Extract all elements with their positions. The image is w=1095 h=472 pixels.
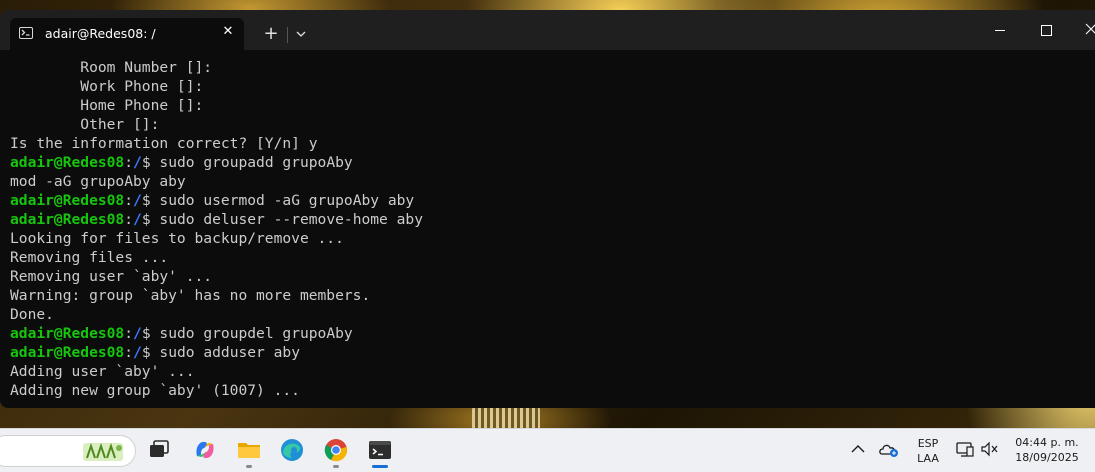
copilot-icon xyxy=(196,441,214,459)
close-icon xyxy=(1085,23,1095,35)
output-line: Work Phone []: xyxy=(10,78,204,95)
keyboard-layout-label: LAA xyxy=(917,452,939,465)
tab-terminal[interactable]: adair@Redes08: / ✕ xyxy=(10,18,244,50)
chevron-down-icon xyxy=(296,31,306,37)
command-line: adair@Redes08:/$ sudo deluser --remove-h… xyxy=(10,210,423,229)
prompt-symbol: $ xyxy=(141,344,160,361)
copilot-button[interactable] xyxy=(191,436,219,464)
volume-button[interactable] xyxy=(979,438,1001,460)
prompt-user: adair@Redes08 xyxy=(10,344,125,361)
terminal-window[interactable]: adair@Redes08: / ✕ + Room Number []: Wor… xyxy=(0,10,1095,408)
tab-title: adair@Redes08: / xyxy=(45,26,156,41)
clock-date: 18/09/2025 xyxy=(1015,451,1079,464)
output-line: Adding new group `aby' (1007) ... xyxy=(10,382,300,399)
cloud-icon xyxy=(879,444,898,457)
command-text: sudo groupdel grupoAby xyxy=(159,325,353,342)
prompt-path: / xyxy=(133,211,142,228)
command-text: sudo deluser --remove-home aby xyxy=(159,211,423,228)
output-line: Room Number []: xyxy=(10,59,213,76)
tab-separator xyxy=(287,27,288,43)
clock-time: 04:44 p. m. xyxy=(1015,436,1079,449)
prompt-separator: : xyxy=(124,325,134,342)
folder-icon xyxy=(238,443,260,458)
network-button[interactable] xyxy=(954,438,976,460)
command-line: adair@Redes08:/$ sudo groupadd grupoAby xyxy=(10,153,423,172)
prompt-user: adair@Redes08 xyxy=(10,192,125,209)
onedrive-button[interactable] xyxy=(877,437,901,461)
command-line: adair@Redes08:/$ sudo groupdel grupoAby xyxy=(10,324,423,343)
prompt-path: / xyxy=(133,344,142,361)
show-hidden-icons-button[interactable] xyxy=(846,437,870,461)
taskbar: ESP LAA 04:44 p. m. 18/09/2025 xyxy=(0,428,1095,472)
output-line: Adding user `aby' ... xyxy=(10,363,195,380)
prompt-symbol: $ xyxy=(141,211,160,228)
terminal-app-icon xyxy=(369,441,391,459)
wallpaper-emblem xyxy=(472,406,540,428)
prompt-path: / xyxy=(133,325,142,342)
title-bar[interactable]: adair@Redes08: / ✕ + xyxy=(0,10,1095,50)
search-box[interactable] xyxy=(0,435,136,467)
language-indicator[interactable]: ESP LAA xyxy=(910,436,946,466)
minimize-icon xyxy=(995,30,1005,31)
command-line: adair@Redes08:/$ sudo adduser aby xyxy=(10,343,423,362)
edge-button[interactable] xyxy=(278,436,306,464)
volume-muted-icon xyxy=(981,441,998,457)
file-explorer-button[interactable] xyxy=(235,436,263,464)
close-button[interactable] xyxy=(1078,20,1095,40)
terminal-output[interactable]: Room Number []: Work Phone []: Home Phon… xyxy=(10,58,423,400)
prompt-symbol: $ xyxy=(141,325,160,342)
new-tab-button[interactable]: + xyxy=(262,25,280,44)
prompt-separator: : xyxy=(124,192,134,209)
maximize-button[interactable] xyxy=(1032,20,1062,40)
network-icon xyxy=(956,442,974,457)
output-line: Other []: xyxy=(10,116,160,133)
command-text: sudo groupadd grupoAby xyxy=(159,154,353,171)
prompt-symbol: $ xyxy=(141,192,160,209)
chrome-button[interactable] xyxy=(322,436,350,464)
output-line: mod -aG grupoAby aby xyxy=(10,173,186,190)
file-explorer-indicator xyxy=(246,465,252,468)
task-view-icon xyxy=(150,440,169,457)
output-line: Looking for files to backup/remove ... xyxy=(10,230,344,247)
chrome-icon xyxy=(324,439,347,462)
clock[interactable]: 04:44 p. m. 18/09/2025 xyxy=(1008,435,1086,465)
terminal-indicator xyxy=(372,465,388,468)
edge-icon xyxy=(281,439,303,461)
prompt-symbol: $ xyxy=(141,154,160,171)
prompt-separator: : xyxy=(124,211,134,228)
output-line: Done. xyxy=(10,306,54,323)
prompt-user: adair@Redes08 xyxy=(10,154,125,171)
command-line: adair@Redes08:/$ sudo usermod -aG grupoA… xyxy=(10,191,423,210)
language-label: ESP xyxy=(917,437,939,450)
prompt-path: / xyxy=(133,192,142,209)
command-text: sudo usermod -aG grupoAby aby xyxy=(159,192,415,209)
output-line: Warning: group `aby' has no more members… xyxy=(10,287,371,304)
prompt-path: / xyxy=(133,154,142,171)
output-line: Removing files ... xyxy=(10,249,169,266)
command-text: sudo adduser aby xyxy=(159,344,300,361)
output-line: Home Phone []: xyxy=(10,97,204,114)
prompt-user: adair@Redes08 xyxy=(10,325,125,342)
search-highlight-icon xyxy=(83,442,123,461)
prompt-separator: : xyxy=(124,344,134,361)
minimize-button[interactable] xyxy=(985,20,1015,40)
output-line: Removing user `aby' ... xyxy=(10,268,213,285)
tab-close-button[interactable]: ✕ xyxy=(220,24,236,40)
chevron-up-icon xyxy=(851,445,865,453)
maximize-icon xyxy=(1041,25,1052,36)
terminal-taskbar-button[interactable] xyxy=(366,436,394,464)
terminal-icon xyxy=(19,27,33,39)
prompt-separator: : xyxy=(124,154,134,171)
output-line: Is the information correct? [Y/n] y xyxy=(10,135,318,152)
task-view-button[interactable] xyxy=(145,436,173,464)
tab-dropdown-button[interactable] xyxy=(293,26,309,42)
prompt-user: adair@Redes08 xyxy=(10,211,125,228)
chrome-indicator xyxy=(333,465,339,468)
